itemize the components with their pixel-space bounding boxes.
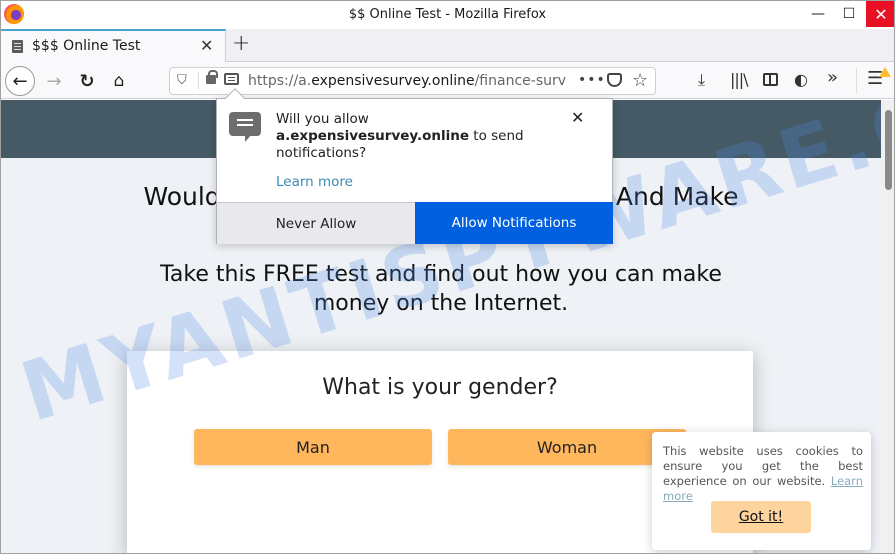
cookie-text: This website uses cookies to ensure you … <box>663 444 863 504</box>
quiz-question: What is your gender? <box>322 375 558 400</box>
warning-icon <box>879 67 891 77</box>
never-allow-button[interactable]: Never Allow <box>217 202 415 244</box>
tracking-shield-icon[interactable]: ⛉ <box>177 73 187 88</box>
forward-button[interactable]: → <box>39 66 69 96</box>
scrollbar-thumb[interactable] <box>885 110 892 190</box>
popup-close-icon[interactable]: ✕ <box>571 108 584 127</box>
url-separator <box>198 72 199 90</box>
window-title: $$ Online Test - Mozilla Firefox <box>348 7 547 22</box>
page-actions-icon[interactable]: ••• <box>578 72 606 88</box>
popup-site: a.expensivesurvey.online <box>276 128 470 144</box>
bookmark-star-icon[interactable]: ☆ <box>632 70 648 91</box>
notification-permission-popup: Will you allow a.expensivesurvey.online … <box>216 88 613 244</box>
url-text[interactable]: https://a.expensivesurvey.online/finance… <box>248 73 568 89</box>
page-icon <box>12 40 23 53</box>
notification-permission-icon[interactable] <box>224 73 239 85</box>
popup-learn-more-link[interactable]: Learn more <box>276 174 353 190</box>
maximize-button[interactable]: ☐ <box>834 1 864 27</box>
tab-close-icon[interactable]: ✕ <box>200 36 213 55</box>
allow-notifications-button[interactable]: Allow Notifications <box>415 202 613 244</box>
notification-chat-icon <box>229 112 261 142</box>
minimize-button[interactable]: — <box>803 1 833 27</box>
library-icon[interactable]: |||\ <box>730 70 749 89</box>
tab-title: $$$ Online Test <box>32 38 141 54</box>
answer-woman-button[interactable]: Woman <box>448 429 686 465</box>
tab-online-test[interactable]: $$$ Online Test ✕ <box>1 29 226 62</box>
close-window-button[interactable]: ✕ <box>866 1 894 27</box>
lock-icon[interactable] <box>206 70 218 84</box>
navigation-toolbar: ← → ↻ ⌂ ⛉ https://a.expensivesurvey.onli… <box>1 62 894 99</box>
cookie-notice: This website uses cookies to ensure you … <box>652 432 871 550</box>
extension-icon[interactable]: ◐ <box>794 70 808 89</box>
downloads-icon[interactable]: ⤓ <box>698 70 705 90</box>
reload-button[interactable]: ↻ <box>72 66 102 96</box>
url-host: expensivesurvey.online <box>311 73 475 89</box>
title-bar: $$ Online Test - Mozilla Firefox — ☐ ✕ <box>1 1 894 29</box>
home-button[interactable]: ⌂ <box>104 66 134 96</box>
popup-line3: notifications? <box>276 145 367 161</box>
popup-message: Will you allow a.expensivesurvey.online … <box>276 111 566 162</box>
popup-line1: Will you allow <box>276 111 369 127</box>
popup-line2: to send <box>469 128 524 144</box>
url-scheme: https://a. <box>248 73 312 89</box>
pocket-icon[interactable] <box>607 73 622 87</box>
toolbar-separator <box>856 68 857 93</box>
new-tab-button[interactable]: + <box>232 31 250 56</box>
browser-window: $$ Online Test - Mozilla Firefox — ☐ ✕ $… <box>0 0 895 554</box>
cookie-accept-button[interactable]: Got it! <box>711 501 811 533</box>
url-bar[interactable]: ⛉ https://a.expensivesurvey.online/finan… <box>169 67 656 95</box>
tab-strip: $$$ Online Test ✕ + <box>1 29 894 62</box>
back-button[interactable]: ← <box>5 66 35 96</box>
page-scrollbar[interactable] <box>881 100 894 553</box>
sidebar-icon[interactable] <box>763 73 778 86</box>
overflow-menu-icon[interactable]: » <box>827 67 838 88</box>
answer-man-button[interactable]: Man <box>194 429 432 465</box>
url-path: /finance-surv <box>474 73 567 89</box>
page-subheadline: Take this FREE test and find out how you… <box>160 262 722 316</box>
